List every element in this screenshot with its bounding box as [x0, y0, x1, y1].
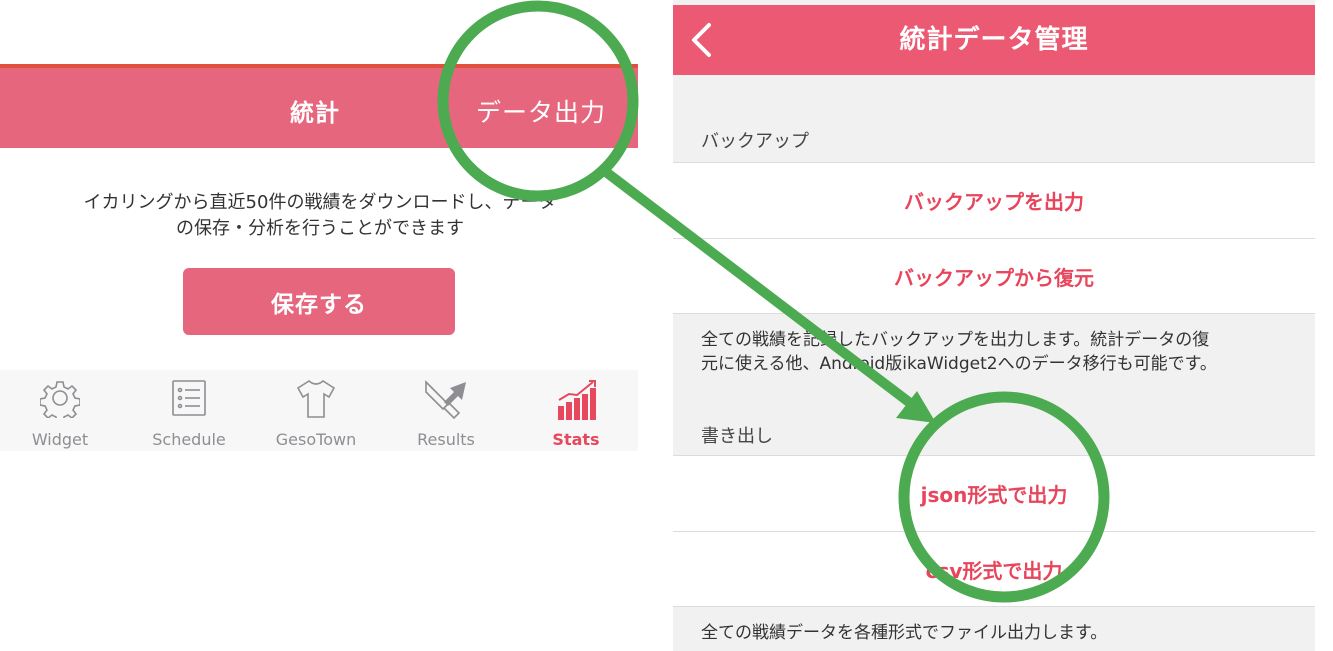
export-note: 全ての戦績データを各種形式でファイル出力します。: [701, 623, 1108, 643]
shirt-icon: [296, 380, 336, 418]
bar-chart-icon: [558, 380, 596, 420]
tab-schedule-label: Schedule: [152, 430, 226, 449]
tab-gesotown-label: GesoTown: [275, 430, 357, 449]
export-csv-button[interactable]: csv形式で出力: [673, 531, 1315, 607]
backup-section-header: バックアップ: [701, 131, 809, 152]
save-button[interactable]: 保存する: [183, 268, 455, 335]
export-backup-button[interactable]: バックアップを出力: [673, 162, 1315, 238]
backup-note: 全ての戦績を記録したバックアップを出力します。統計データの復 元に使える他、An…: [701, 328, 1301, 376]
tab-results-label: Results: [417, 430, 475, 449]
stats-description: イカリングから直近50件の戦績をダウンロードし、データ の保存・分析を行うことが…: [10, 190, 630, 242]
gear-icon: [40, 381, 80, 418]
tab-widget-label: Widget: [31, 430, 89, 449]
list-icon: [172, 380, 206, 416]
backup-note-line-2: 元に使える他、Android版ikaWidget2へのデータ移行も可能です。: [701, 354, 1217, 374]
backup-note-line-1: 全ての戦績を記録したバックアップを出力します。統計データの復: [701, 330, 1210, 350]
export-json-button[interactable]: json形式で出力: [673, 455, 1315, 531]
export-section-header: 書き出し: [701, 426, 773, 447]
description-line-1: イカリングから直近50件の戦績をダウンロードし、データ: [83, 192, 557, 213]
tab-gesotown[interactable]: GesoTown: [266, 370, 366, 451]
restore-backup-button[interactable]: バックアップから復元: [673, 238, 1315, 314]
tab-schedule[interactable]: Schedule: [139, 370, 239, 451]
page-title: 統計データ管理: [899, 25, 1089, 55]
tab-stats-label: Stats: [552, 430, 600, 449]
stats-data-management-screen: 統計データ管理 バックアップ バックアップを出力 バックアップから復元 全ての戦…: [673, 0, 1315, 651]
weapons-icon: [425, 380, 466, 420]
nav-bar: 統計データ管理: [673, 5, 1315, 75]
description-line-2: の保存・分析を行うことができます: [176, 218, 464, 239]
tab-results[interactable]: Results: [396, 370, 496, 451]
tab-widget[interactable]: Widget: [10, 370, 110, 451]
bottom-tab-bar: Widget Schedule GesoTown Results Stats: [0, 370, 638, 451]
tab-stats[interactable]: 統計: [290, 93, 340, 128]
tab-data-export[interactable]: データ出力: [476, 93, 606, 129]
tab-stats-active[interactable]: Stats: [526, 370, 626, 451]
